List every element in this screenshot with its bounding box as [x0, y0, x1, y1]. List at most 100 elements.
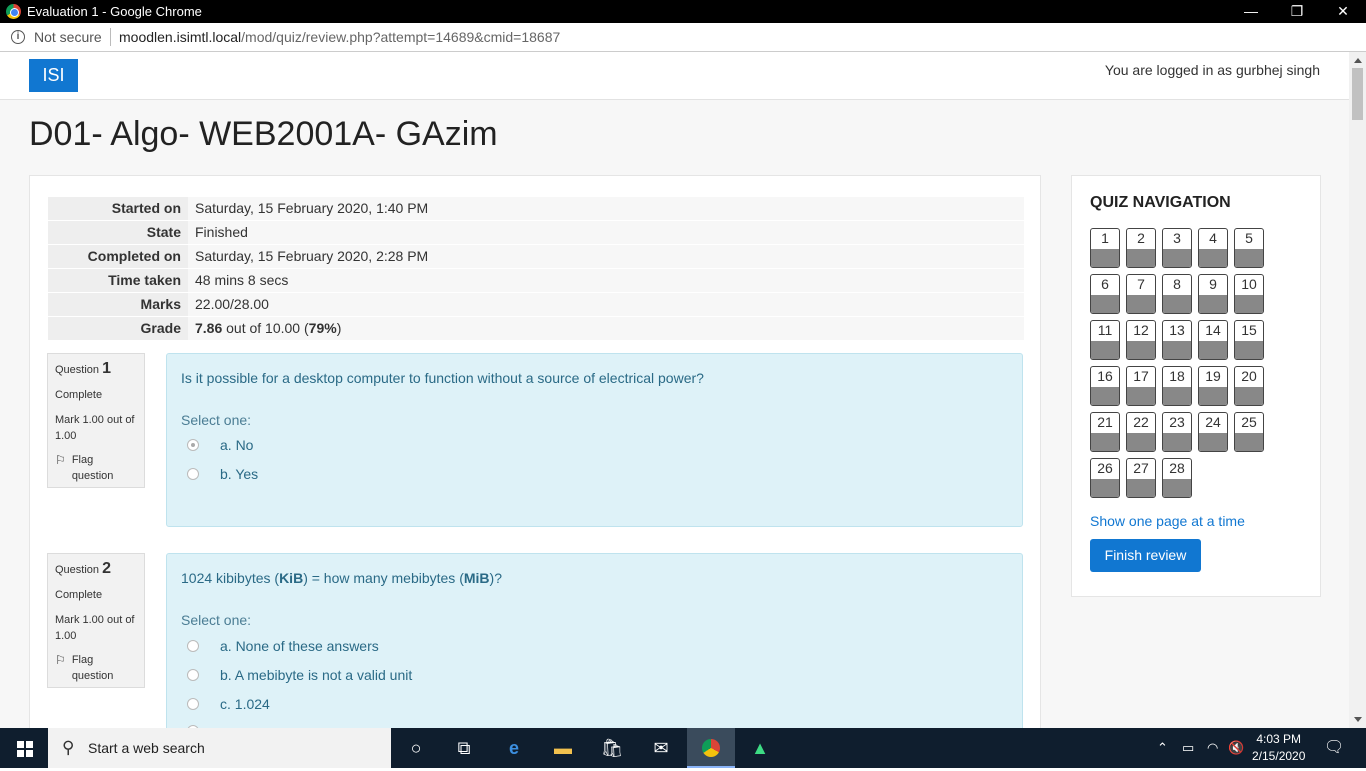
grade-score: 7.86: [195, 320, 223, 336]
quiz-nav-question-number: 13: [1169, 322, 1185, 338]
quiz-nav-question-number: 12: [1133, 322, 1149, 338]
taskbar-search-box[interactable]: ⚲ Start a web search: [48, 728, 391, 768]
question-text: 1024 kibibytes (KiB) = how many mebibyte…: [181, 570, 502, 586]
answer-label: c. 1.024: [220, 696, 270, 712]
task-view-icon[interactable]: ⧉: [440, 728, 488, 768]
start-button[interactable]: [0, 728, 48, 768]
page-scrollbar[interactable]: [1349, 52, 1366, 728]
quiz-nav-question-button[interactable]: 21: [1090, 412, 1120, 452]
summary-label: Started on: [48, 197, 188, 220]
quiz-nav-question-button[interactable]: 2: [1126, 228, 1156, 268]
summary-row: Marks 22.00/28.00: [48, 292, 1024, 316]
quiz-nav-question-button[interactable]: 12: [1126, 320, 1156, 360]
radio-icon[interactable]: [187, 640, 199, 652]
quiz-nav-question-button[interactable]: 6: [1090, 274, 1120, 314]
summary-value: Saturday, 15 February 2020, 2:28 PM: [188, 245, 1024, 268]
quiz-nav-question-button[interactable]: 4: [1198, 228, 1228, 268]
show-hidden-icons-chevron-icon[interactable]: ⌃: [1157, 728, 1168, 768]
quiz-nav-question-button[interactable]: 22: [1126, 412, 1156, 452]
quiz-nav-question-number: 2: [1137, 230, 1145, 246]
page-viewport: ISI You are logged in as gurbhej singh D…: [0, 52, 1349, 728]
quiz-nav-question-button[interactable]: 26: [1090, 458, 1120, 498]
chrome-taskbar-icon[interactable]: [687, 728, 735, 768]
quiz-nav-question-button[interactable]: 18: [1162, 366, 1192, 406]
answer-label: a. None of these answers: [220, 638, 379, 654]
quiz-nav-question-button[interactable]: 3: [1162, 228, 1192, 268]
quiz-nav-question-number: 19: [1205, 368, 1221, 384]
quiz-nav-question-button[interactable]: 19: [1198, 366, 1228, 406]
answer-option[interactable]: a. None of these answers: [187, 638, 379, 654]
quiz-nav-question-button[interactable]: 25: [1234, 412, 1264, 452]
quiz-nav-question-button[interactable]: 13: [1162, 320, 1192, 360]
radio-icon[interactable]: [187, 468, 199, 480]
summary-value: Saturday, 15 February 2020, 1:40 PM: [188, 197, 1024, 220]
quiz-nav-question-button[interactable]: 17: [1126, 366, 1156, 406]
minimize-button[interactable]: —: [1228, 0, 1274, 23]
quiz-nav-question-number: 8: [1173, 276, 1181, 292]
wifi-icon[interactable]: ◠: [1207, 728, 1218, 768]
question-text-emphasis: MiB: [463, 570, 490, 586]
scroll-thumb[interactable]: [1352, 68, 1363, 120]
flag-question-label: Flag question: [71, 454, 114, 482]
quiz-nav-question-button[interactable]: 15: [1234, 320, 1264, 360]
url-text[interactable]: moodlen.isimtl.local/mod/quiz/review.php…: [119, 29, 560, 45]
battery-icon[interactable]: ▭: [1182, 728, 1194, 768]
edge-browser-icon[interactable]: e: [490, 728, 538, 768]
answer-option[interactable]: c. 1.024: [187, 696, 270, 712]
app-triangle-icon[interactable]: ▲: [736, 728, 784, 768]
summary-row: Completed on Saturday, 15 February 2020, …: [48, 244, 1024, 268]
question-text: Is it possible for a desktop computer to…: [181, 370, 704, 386]
cortana-icon[interactable]: ○: [392, 728, 440, 768]
info-icon[interactable]: i: [11, 30, 25, 44]
quiz-nav-question-button[interactable]: 27: [1126, 458, 1156, 498]
search-icon: ⚲: [62, 738, 75, 757]
quiz-nav-question-button[interactable]: 14: [1198, 320, 1228, 360]
file-explorer-icon[interactable]: ▬: [539, 728, 587, 768]
quiz-nav-question-button[interactable]: 5: [1234, 228, 1264, 268]
radio-selected-icon[interactable]: [187, 439, 199, 451]
quiz-nav-question-button[interactable]: 10: [1234, 274, 1264, 314]
summary-row: Started on Saturday, 15 February 2020, 1:…: [48, 196, 1024, 220]
quiz-nav-question-button[interactable]: 1: [1090, 228, 1120, 268]
mail-icon[interactable]: ✉: [637, 728, 685, 768]
finish-review-button[interactable]: Finish review: [1090, 539, 1201, 572]
store-icon[interactable]: 🛍: [588, 728, 636, 768]
quiz-nav-question-number: 5: [1245, 230, 1253, 246]
answer-label: a. No: [220, 437, 254, 453]
restore-button[interactable]: ❐: [1274, 0, 1320, 23]
flag-icon: ⚐: [55, 453, 66, 467]
quiz-nav-question-button[interactable]: 11: [1090, 320, 1120, 360]
show-one-page-link[interactable]: Show one page at a time: [1090, 513, 1245, 529]
quiz-nav-question-button[interactable]: 20: [1234, 366, 1264, 406]
notifications-icon[interactable]: 🗨: [1324, 728, 1344, 768]
scroll-up-icon[interactable]: [1354, 58, 1362, 63]
quiz-nav-question-button[interactable]: 8: [1162, 274, 1192, 314]
quiz-nav-question-button[interactable]: 23: [1162, 412, 1192, 452]
close-button[interactable]: ✕: [1320, 0, 1366, 23]
radio-icon[interactable]: [187, 698, 199, 710]
answer-option[interactable]: a. No: [187, 437, 253, 453]
address-bar[interactable]: i Not secure moodlen.isimtl.local/mod/qu…: [0, 23, 1366, 52]
summary-row: Time taken 48 mins 8 secs: [48, 268, 1024, 292]
answer-option[interactable]: b. A mebibyte is not a valid unit: [187, 667, 412, 683]
quiz-nav-question-number: 28: [1169, 460, 1185, 476]
quiz-nav-question-button[interactable]: 16: [1090, 366, 1120, 406]
quiz-nav-question-button[interactable]: 28: [1162, 458, 1192, 498]
question-text-part: ) = how many mebibytes (: [303, 570, 464, 586]
page-title: D01- Algo- WEB2001A- GAzim: [29, 115, 498, 153]
quiz-nav-question-button[interactable]: 7: [1126, 274, 1156, 314]
scroll-down-icon[interactable]: [1354, 717, 1362, 722]
quiz-nav-question-button[interactable]: 9: [1198, 274, 1228, 314]
window-title: Evaluation 1 - Google Chrome: [27, 4, 202, 19]
volume-muted-icon[interactable]: 🔇: [1228, 728, 1244, 768]
quiz-nav-question-button[interactable]: 24: [1198, 412, 1228, 452]
security-indicator[interactable]: Not secure: [34, 29, 102, 45]
site-brand-logo[interactable]: ISI: [29, 59, 78, 92]
flag-question-button[interactable]: ⚐ Flag question: [55, 452, 137, 484]
system-clock[interactable]: 4:03 PM 2/15/2020: [1252, 731, 1305, 765]
flag-question-button[interactable]: ⚐ Flag question: [55, 652, 137, 684]
radio-icon[interactable]: [187, 669, 199, 681]
quiz-nav-question-number: 17: [1133, 368, 1149, 384]
grade-out-of: out of 10.00 (: [222, 320, 309, 336]
answer-option[interactable]: b. Yes: [187, 466, 258, 482]
